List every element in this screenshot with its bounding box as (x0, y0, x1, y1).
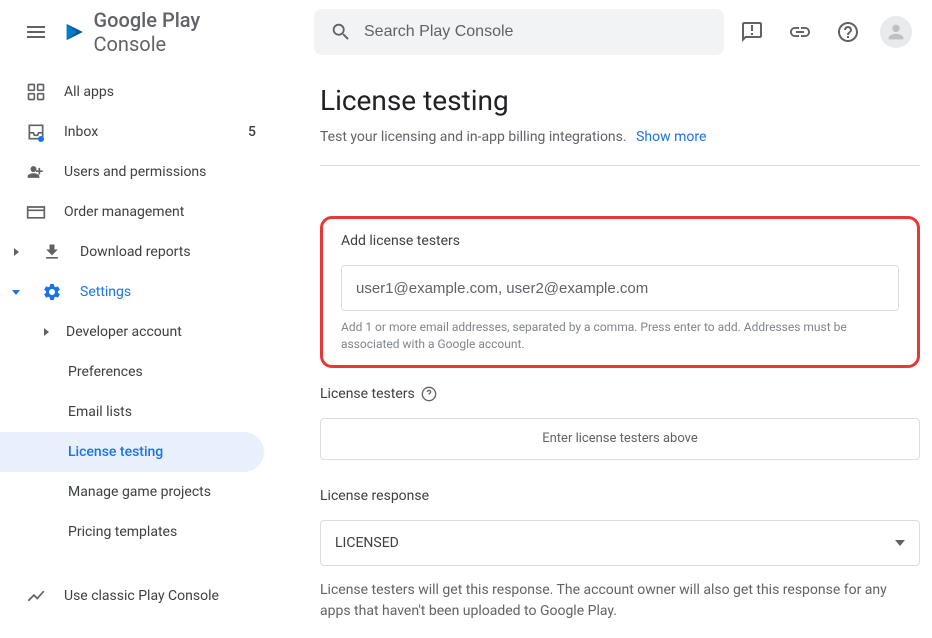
nav-order-management[interactable]: Order management (0, 192, 280, 232)
download-icon (40, 242, 64, 262)
gear-icon (40, 282, 64, 302)
link-icon (788, 20, 812, 44)
play-console-logo-icon (64, 19, 86, 45)
nav-label: Order management (64, 204, 184, 220)
body-layout: All apps Inbox 5 Users and permissions O… (0, 64, 932, 638)
license-response-helper: License testers will get this response. … (320, 580, 920, 622)
account-button[interactable] (876, 12, 916, 52)
license-testers-section: License testers Enter license testers ab… (320, 386, 920, 460)
announcement-icon (740, 20, 764, 44)
license-response-label: License response (320, 488, 920, 504)
header-actions (732, 12, 916, 52)
users-icon (24, 162, 48, 182)
inbox-icon (24, 122, 48, 142)
search-icon (330, 21, 352, 43)
license-testers-label: License testers (320, 386, 920, 402)
caret-right-icon (38, 327, 54, 337)
help-button[interactable] (828, 12, 868, 52)
main-content: License testing Test your licensing and … (280, 64, 932, 638)
page-title: License testing (320, 84, 920, 117)
nav-label: Download reports (80, 244, 191, 260)
nav-label: Developer account (66, 324, 182, 340)
dropdown-arrow-icon (895, 540, 905, 546)
add-testers-highlight: Add license testers Add 1 or more email … (320, 216, 920, 368)
help-circle-icon[interactable] (421, 386, 437, 402)
nav-label: All apps (64, 84, 114, 100)
license-response-select[interactable]: LICENSED (320, 520, 920, 566)
logo-text: Google Play Console (94, 8, 247, 56)
nav-settings[interactable]: Settings (0, 272, 280, 312)
nav-pricing-templates[interactable]: Pricing templates (0, 512, 264, 552)
add-testers-label: Add license testers (341, 233, 899, 249)
nav-all-apps[interactable]: All apps (0, 72, 280, 112)
nav-manage-game-projects[interactable]: Manage game projects (0, 472, 264, 512)
caret-down-icon (8, 287, 24, 297)
inbox-badge: 5 (248, 124, 256, 140)
apps-icon (24, 82, 48, 102)
person-icon (885, 21, 907, 43)
nav-label: Manage game projects (68, 484, 211, 500)
nav-label: Pricing templates (68, 524, 177, 540)
nav-label: Users and permissions (64, 164, 206, 180)
nav-developer-account[interactable]: Developer account (0, 312, 264, 352)
nav-users-permissions[interactable]: Users and permissions (0, 152, 280, 192)
sidebar: All apps Inbox 5 Users and permissions O… (0, 64, 280, 638)
nav-label: Preferences (68, 364, 143, 380)
add-testers-helper: Add 1 or more email addresses, separated… (341, 319, 899, 353)
menu-button[interactable] (16, 8, 56, 56)
nav-label: Email lists (68, 404, 132, 420)
search-box[interactable] (314, 9, 724, 55)
license-response-section: License response LICENSED License tester… (320, 488, 920, 622)
help-icon (836, 20, 860, 44)
notification-dot-icon (38, 136, 44, 142)
nav-license-testing[interactable]: License testing (0, 432, 264, 472)
page-description: Test your licensing and in-app billing i… (320, 129, 920, 166)
avatar (880, 16, 912, 48)
nav-label: Use classic Play Console (64, 588, 219, 604)
header: Google Play Console (0, 0, 932, 64)
search-input[interactable] (364, 23, 708, 41)
nav-label: Settings (80, 284, 131, 300)
nav-inbox[interactable]: Inbox 5 (0, 112, 280, 152)
logo[interactable]: Google Play Console (64, 8, 246, 56)
nav-preferences[interactable]: Preferences (0, 352, 264, 392)
announcements-button[interactable] (732, 12, 772, 52)
link-button[interactable] (780, 12, 820, 52)
nav-download-reports[interactable]: Download reports (0, 232, 280, 272)
nav-use-classic[interactable]: Use classic Play Console (0, 576, 280, 616)
chart-icon (24, 586, 48, 606)
add-testers-input[interactable] (341, 265, 899, 311)
show-more-link[interactable]: Show more (636, 129, 706, 145)
credit-card-icon (24, 202, 48, 222)
select-value: LICENSED (335, 535, 399, 551)
nav-label: License testing (68, 444, 163, 460)
hamburger-icon (24, 20, 48, 44)
nav-email-lists[interactable]: Email lists (0, 392, 264, 432)
nav-label: Inbox (64, 124, 98, 140)
license-testers-empty: Enter license testers above (320, 418, 920, 460)
caret-right-icon (8, 247, 24, 257)
